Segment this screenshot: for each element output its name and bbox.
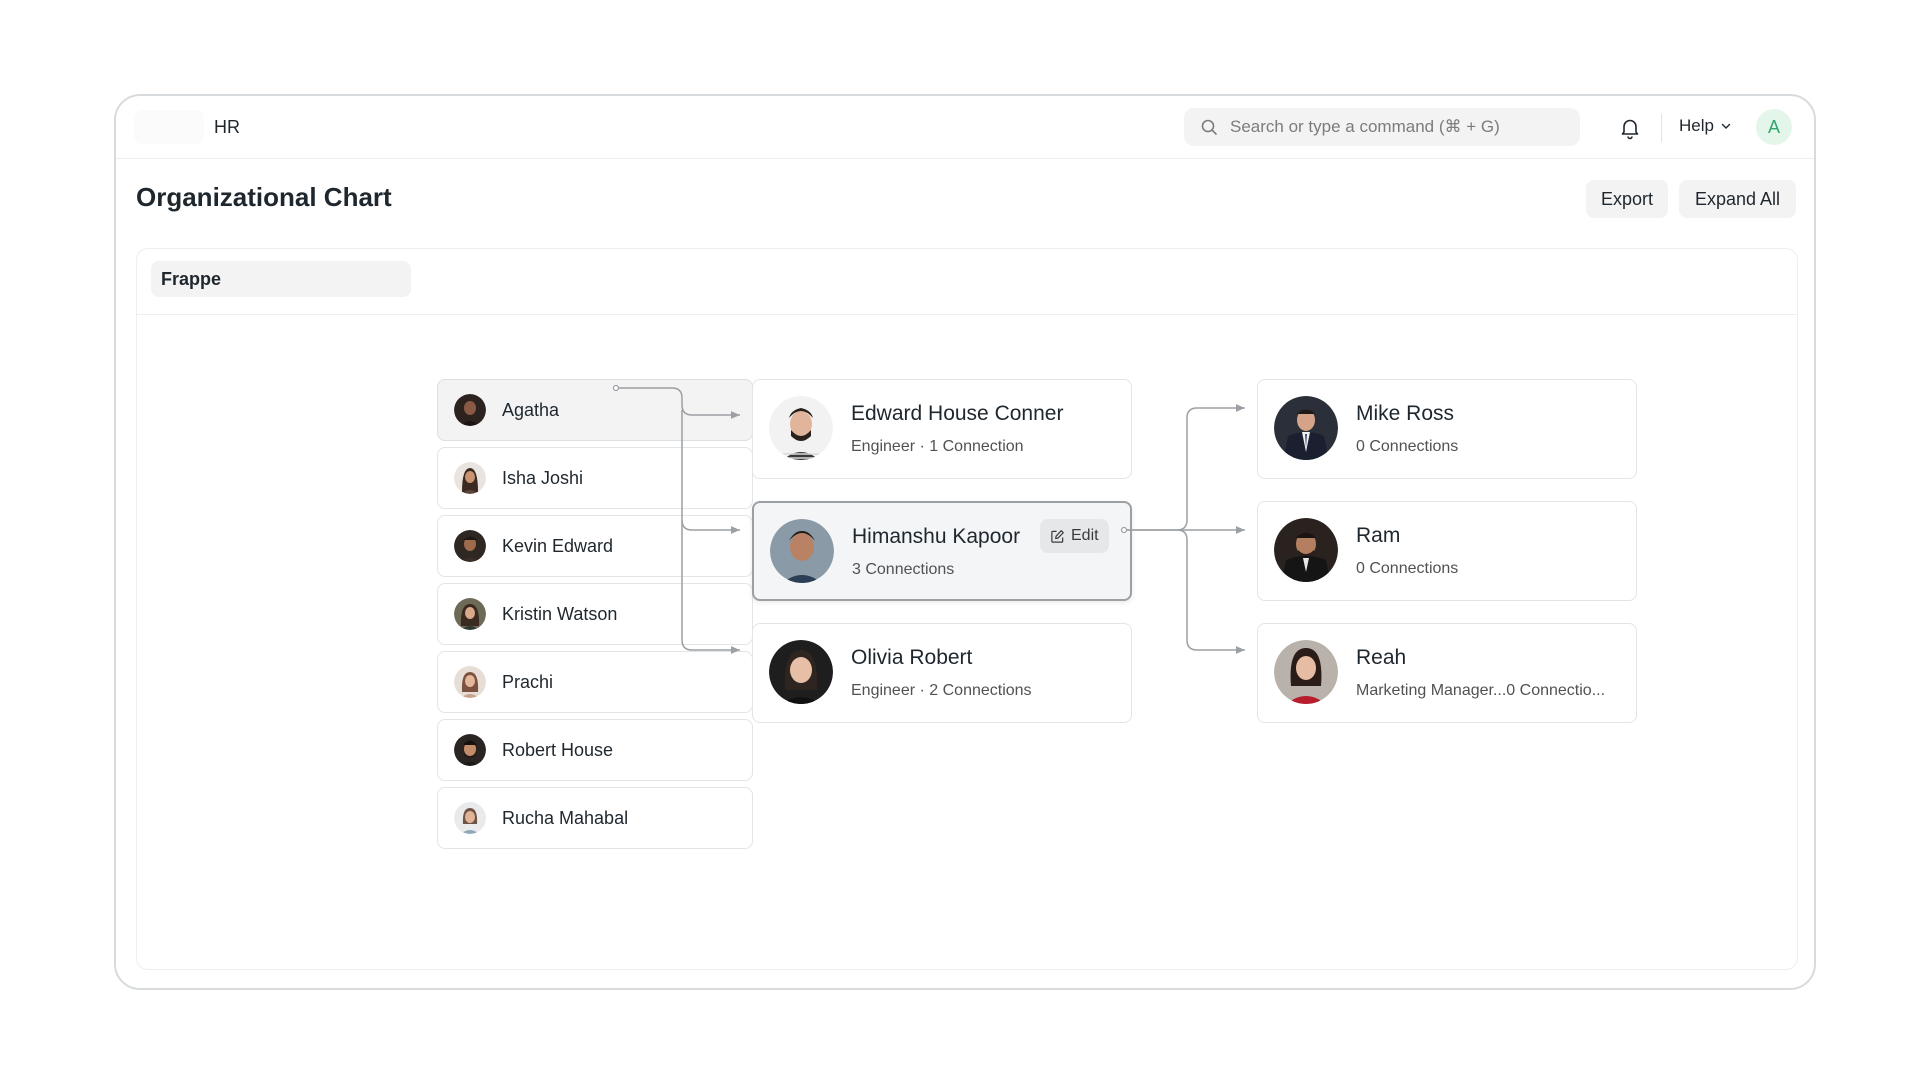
node-avatar bbox=[1274, 518, 1338, 582]
edit-icon bbox=[1051, 529, 1064, 543]
company-select[interactable]: Frappe bbox=[151, 261, 411, 297]
node-avatar bbox=[1274, 396, 1338, 460]
edit-button[interactable]: Edit bbox=[1040, 519, 1109, 553]
node-subtitle: Engineer · 2 Connections bbox=[851, 682, 1032, 699]
node-card[interactable]: Mike Ross 0 Connections bbox=[1257, 379, 1637, 479]
export-button[interactable]: Export bbox=[1586, 180, 1668, 218]
node-subtitle: Marketing Manager...0 Connectio... bbox=[1356, 682, 1606, 699]
employee-avatar bbox=[454, 530, 486, 562]
employee-name: Isha Joshi bbox=[502, 467, 584, 488]
employee-card[interactable]: Rucha Mahabal bbox=[437, 787, 753, 849]
employee-avatar bbox=[454, 394, 486, 426]
node-name: Edward House Conner bbox=[851, 402, 1064, 425]
employee-name: Rucha Mahabal bbox=[502, 807, 629, 828]
employee-card[interactable]: Robert House bbox=[437, 719, 753, 781]
node-name: Himanshu Kapoor bbox=[852, 525, 1021, 548]
node-avatar bbox=[769, 640, 833, 704]
node-subtitle: 0 Connections bbox=[1356, 560, 1459, 577]
panel-header: Frappe bbox=[137, 249, 1797, 315]
user-avatar[interactable]: A bbox=[1756, 109, 1792, 145]
node-subtitle: 0 Connections bbox=[1356, 438, 1459, 455]
employee-card[interactable]: Kevin Edward bbox=[437, 515, 753, 577]
app-window: HR Help A Organizational Chart Export Ex… bbox=[114, 94, 1816, 990]
node-name: Reah bbox=[1356, 646, 1407, 669]
node-card[interactable]: Olivia Robert Engineer · 2 Connections bbox=[752, 623, 1132, 723]
node-card[interactable]: Ram 0 Connections bbox=[1257, 501, 1637, 601]
employee-card[interactable]: Isha Joshi bbox=[437, 447, 753, 509]
node-name: Ram bbox=[1356, 524, 1401, 547]
employee-avatar bbox=[454, 598, 486, 630]
node-card[interactable]: Himanshu Kapoor 3 Connections Edit bbox=[752, 501, 1132, 601]
node-card[interactable]: Edward House Conner Engineer · 1 Connect… bbox=[752, 379, 1132, 479]
help-dropdown[interactable]: Help bbox=[1679, 116, 1732, 136]
employee-name: Prachi bbox=[502, 671, 554, 692]
employee-avatar bbox=[454, 666, 486, 698]
app-title[interactable]: HR bbox=[214, 117, 240, 138]
employee-card[interactable]: Prachi bbox=[437, 651, 753, 713]
search-bar[interactable] bbox=[1184, 108, 1580, 146]
employee-avatar bbox=[454, 734, 486, 766]
expand-all-button[interactable]: Expand All bbox=[1679, 180, 1796, 218]
app-logo[interactable] bbox=[134, 110, 204, 144]
employee-card[interactable]: Kristin Watson bbox=[437, 583, 753, 645]
edit-label: Edit bbox=[1071, 527, 1099, 544]
node-name: Mike Ross bbox=[1356, 402, 1455, 425]
org-chart-panel: Frappe Agatha Isha Joshi Kevin Edward Kr… bbox=[136, 248, 1798, 970]
bell-icon[interactable] bbox=[1618, 116, 1642, 140]
help-label: Help bbox=[1679, 116, 1714, 135]
employee-avatar bbox=[454, 462, 486, 494]
employee-name: Kevin Edward bbox=[502, 535, 614, 556]
employee-name: Robert House bbox=[502, 739, 614, 760]
node-subtitle: 3 Connections bbox=[852, 561, 955, 578]
employee-card[interactable]: Agatha bbox=[437, 379, 753, 441]
node-avatar bbox=[770, 519, 834, 583]
node-name: Olivia Robert bbox=[851, 646, 973, 669]
chevron-down-icon bbox=[1721, 123, 1731, 129]
navbar-divider bbox=[1661, 114, 1662, 142]
node-card[interactable]: Reah Marketing Manager...0 Connectio... bbox=[1257, 623, 1637, 723]
node-avatar bbox=[769, 396, 833, 460]
employee-name: Kristin Watson bbox=[502, 603, 618, 624]
search-input[interactable] bbox=[1230, 108, 1570, 146]
navbar: HR Help A bbox=[116, 96, 1814, 159]
employee-avatar bbox=[454, 802, 486, 834]
employee-name: Agatha bbox=[502, 399, 560, 420]
page-title: Organizational Chart bbox=[136, 182, 392, 212]
search-icon bbox=[1201, 119, 1217, 135]
node-subtitle: Engineer · 1 Connection bbox=[851, 438, 1024, 455]
node-avatar bbox=[1274, 640, 1338, 704]
